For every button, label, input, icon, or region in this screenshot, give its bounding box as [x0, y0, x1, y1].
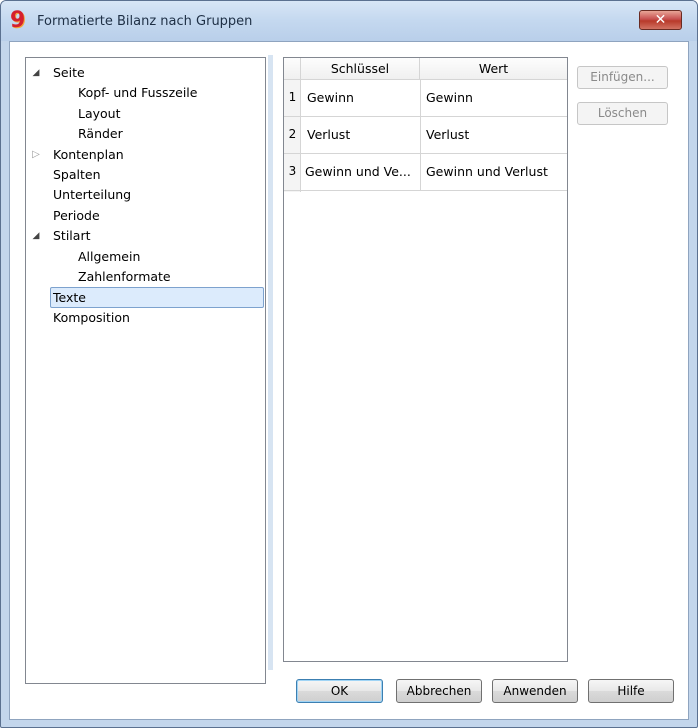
tree-item-seite[interactable]: ◢ Seite: [26, 63, 265, 83]
window-title: Formatierte Bilanz nach Gruppen: [37, 14, 253, 29]
tree-item-kontenplan[interactable]: ▷ Kontenplan: [26, 145, 265, 165]
dialog-window: 9 Formatierte Bilanz nach Gruppen ✕ ◢ Sei…: [0, 0, 698, 728]
cell-key[interactable]: Verlust: [307, 127, 417, 142]
tree-item-label: Unterteilung: [53, 187, 132, 203]
delete-button[interactable]: Löschen: [577, 102, 668, 125]
expand-arrow-icon[interactable]: ▷: [30, 145, 42, 165]
tree-item-label: Ränder: [78, 126, 123, 142]
tree-item-zahlenformate[interactable]: Zahlenformate: [26, 267, 265, 287]
help-button[interactable]: Hilfe: [588, 679, 674, 703]
dialog-client-area: ◢ Seite Kopf- und Fusszeile Layout Ränder ▷ Ko…: [9, 41, 689, 720]
tree-item-label: Zahlenformate: [78, 269, 171, 284]
row-number: 1: [288, 90, 297, 104]
settings-tree[interactable]: ◢ Seite Kopf- und Fusszeile Layout Ränder ▷ Ko…: [25, 57, 266, 684]
tree-item-unterteilung[interactable]: Unterteilung: [26, 185, 265, 205]
apply-button[interactable]: Anwenden: [492, 679, 578, 703]
texts-table[interactable]: Schlüssel Wert 1 Gewinn Gewinn 2 Verlust…: [283, 57, 568, 662]
table-row[interactable]: 1 Gewinn Gewinn: [284, 80, 567, 117]
tree-item-label: Kontenplan: [53, 146, 124, 162]
close-icon: ✕: [654, 12, 667, 28]
cell-value[interactable]: Gewinn und Verlust: [426, 164, 564, 179]
table-header: Schlüssel Wert: [284, 58, 567, 80]
collapse-arrow-icon[interactable]: ◢: [30, 226, 42, 246]
tree-item-label: Komposition: [53, 309, 130, 325]
panel-splitter[interactable]: [268, 55, 273, 670]
title-bar[interactable]: 9 Formatierte Bilanz nach Gruppen ✕: [1, 1, 697, 41]
app-logo-icon: 9: [10, 8, 26, 33]
tree-item-label: Seite: [53, 65, 85, 80]
cell-key[interactable]: Gewinn und Ve...: [305, 164, 418, 179]
table-row[interactable]: 2 Verlust Verlust: [284, 117, 567, 154]
tree-item-label: Kopf- und Fusszeile: [78, 85, 198, 101]
tree-item-spalten[interactable]: Spalten: [26, 165, 265, 185]
cell-key[interactable]: Gewinn: [307, 90, 417, 105]
tree-item-kopf-und-fusszeile[interactable]: Kopf- und Fusszeile: [26, 83, 265, 103]
column-header-key[interactable]: Schlüssel: [301, 58, 420, 80]
row-number: 3: [288, 164, 297, 178]
tree-item-label: Texte: [50, 287, 264, 309]
collapse-arrow-icon[interactable]: ◢: [30, 63, 42, 83]
table-row[interactable]: 3 Gewinn und Ve... Gewinn und Verlust: [284, 154, 567, 191]
tree-item-ränder[interactable]: Ränder: [26, 124, 265, 144]
tree-item-label: Stilart: [53, 228, 91, 244]
cell-value[interactable]: Verlust: [426, 127, 564, 142]
cancel-button[interactable]: Abbrechen: [396, 679, 482, 703]
tree-item-periode[interactable]: Periode: [26, 206, 265, 226]
close-button[interactable]: ✕: [639, 10, 682, 30]
tree-item-label: Allgemein: [78, 248, 141, 264]
row-number: 2: [288, 127, 297, 141]
row-number-header: [284, 58, 301, 80]
ok-button[interactable]: OK: [296, 679, 383, 703]
cell-value[interactable]: Gewinn: [426, 90, 564, 105]
tree-item-allgemein[interactable]: Allgemein: [26, 247, 265, 267]
tree-item-komposition[interactable]: Komposition: [26, 308, 265, 328]
tree-item-layout[interactable]: Layout: [26, 104, 265, 124]
tree-item-label: Periode: [53, 207, 100, 223]
tree-item-stilart[interactable]: ◢ Stilart: [26, 226, 265, 246]
column-header-value[interactable]: Wert: [420, 58, 567, 80]
tree-item-texte[interactable]: Texte: [26, 287, 265, 309]
insert-button[interactable]: Einfügen...: [577, 66, 668, 89]
tree-item-label: Layout: [78, 105, 121, 121]
tree-item-label: Spalten: [53, 167, 101, 182]
